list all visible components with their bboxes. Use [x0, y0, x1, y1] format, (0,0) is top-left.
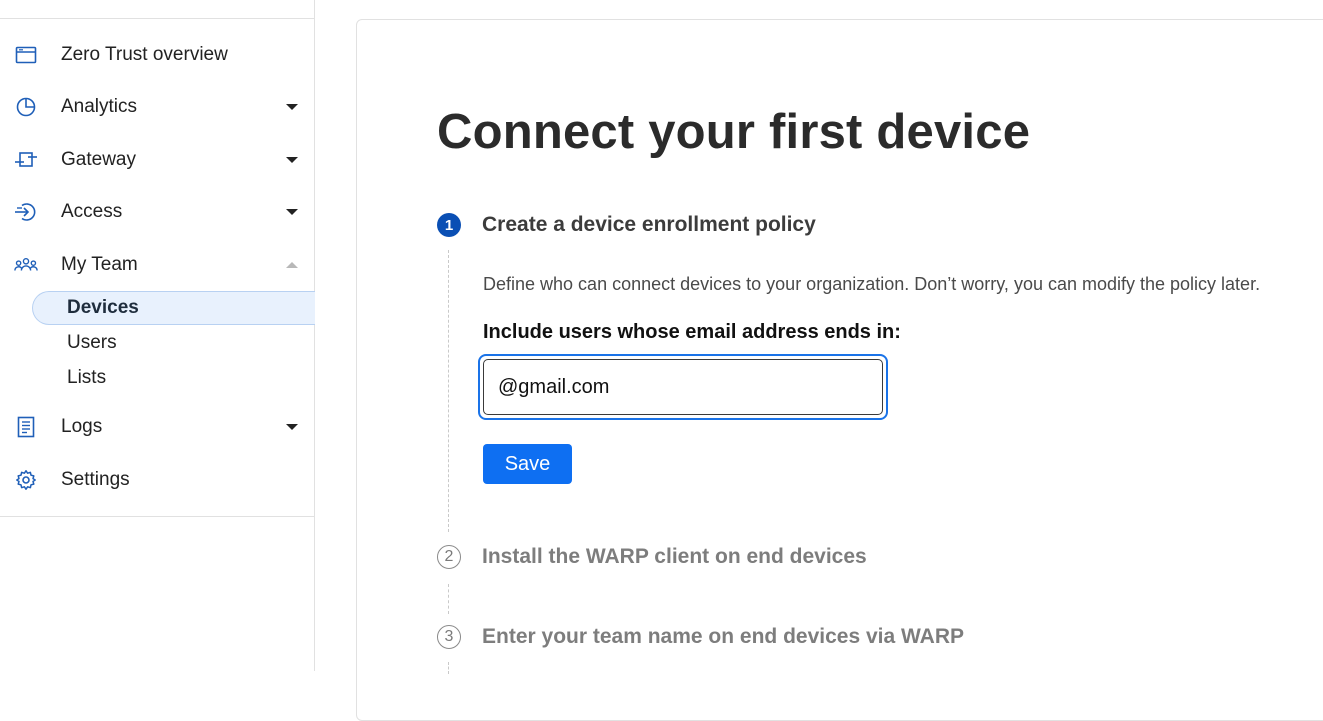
step-connector-line: [448, 662, 449, 674]
sidebar-item-label: Zero Trust overview: [61, 44, 228, 65]
chevron-up-icon[interactable]: [285, 258, 299, 272]
sidebar-item-my-team[interactable]: My Team: [0, 245, 315, 285]
sidebar-item-label: Logs: [61, 416, 103, 437]
sidebar-item-analytics[interactable]: Analytics: [0, 87, 315, 127]
step-3-title: Enter your team name on end devices via …: [482, 625, 964, 648]
sidebar: Zero Trust overview Analytics Gateway Ac…: [0, 0, 315, 671]
sidebar-item-zero-trust-overview[interactable]: Zero Trust overview: [0, 35, 315, 75]
email-domain-input[interactable]: [483, 359, 883, 415]
sidebar-subitem-label: Lists: [67, 367, 107, 388]
save-button[interactable]: Save: [483, 444, 572, 484]
sidebar-subitem-users[interactable]: Users: [32, 326, 315, 360]
team-icon: [14, 253, 38, 277]
log-list-icon: [14, 415, 38, 439]
sidebar-item-label: My Team: [61, 254, 138, 275]
sidebar-item-label: Gateway: [61, 149, 136, 170]
chevron-down-icon[interactable]: [285, 100, 299, 114]
step-2-title: Install the WARP client on end devices: [482, 545, 867, 568]
gear-icon: [14, 468, 38, 492]
sidebar-item-settings[interactable]: Settings: [0, 460, 315, 500]
sidebar-subitem-label: Devices: [67, 297, 139, 318]
step-connector-line: [448, 250, 449, 532]
step-1-title: Create a device enrollment policy: [482, 213, 816, 236]
access-arrow-icon: [14, 200, 38, 224]
step-1-number-badge: 1: [437, 213, 461, 237]
gateway-icon: [14, 148, 38, 172]
step-connector-line: [448, 584, 449, 614]
sidebar-item-label: Analytics: [61, 96, 138, 117]
sidebar-subitem-devices[interactable]: Devices: [32, 291, 315, 325]
step-1-description: Define who can connect devices to your o…: [483, 274, 1261, 294]
step-3-number-badge: 3: [437, 625, 461, 649]
chevron-down-icon[interactable]: [285, 205, 299, 219]
sidebar-bottom-divider: [0, 516, 315, 517]
pie-chart-icon: [14, 95, 38, 119]
email-domain-input-focus-ring: [478, 354, 888, 420]
chevron-down-icon[interactable]: [285, 153, 299, 167]
sidebar-subitem-label: Users: [67, 332, 117, 353]
sidebar-top-divider: [0, 18, 315, 19]
chevron-down-icon[interactable]: [285, 420, 299, 434]
sidebar-item-label: Settings: [61, 469, 130, 490]
sidebar-item-gateway[interactable]: Gateway: [0, 140, 315, 180]
email-domain-label: Include users whose email address ends i…: [483, 321, 901, 343]
sidebar-item-label: Access: [61, 201, 123, 222]
step-2-number-badge: 2: [437, 545, 461, 569]
page-title: Connect your first device: [437, 105, 1031, 159]
sidebar-item-logs[interactable]: Logs: [0, 407, 315, 447]
browser-window-icon: [14, 43, 38, 67]
sidebar-item-access[interactable]: Access: [0, 192, 315, 232]
sidebar-subitem-lists[interactable]: Lists: [32, 361, 315, 395]
